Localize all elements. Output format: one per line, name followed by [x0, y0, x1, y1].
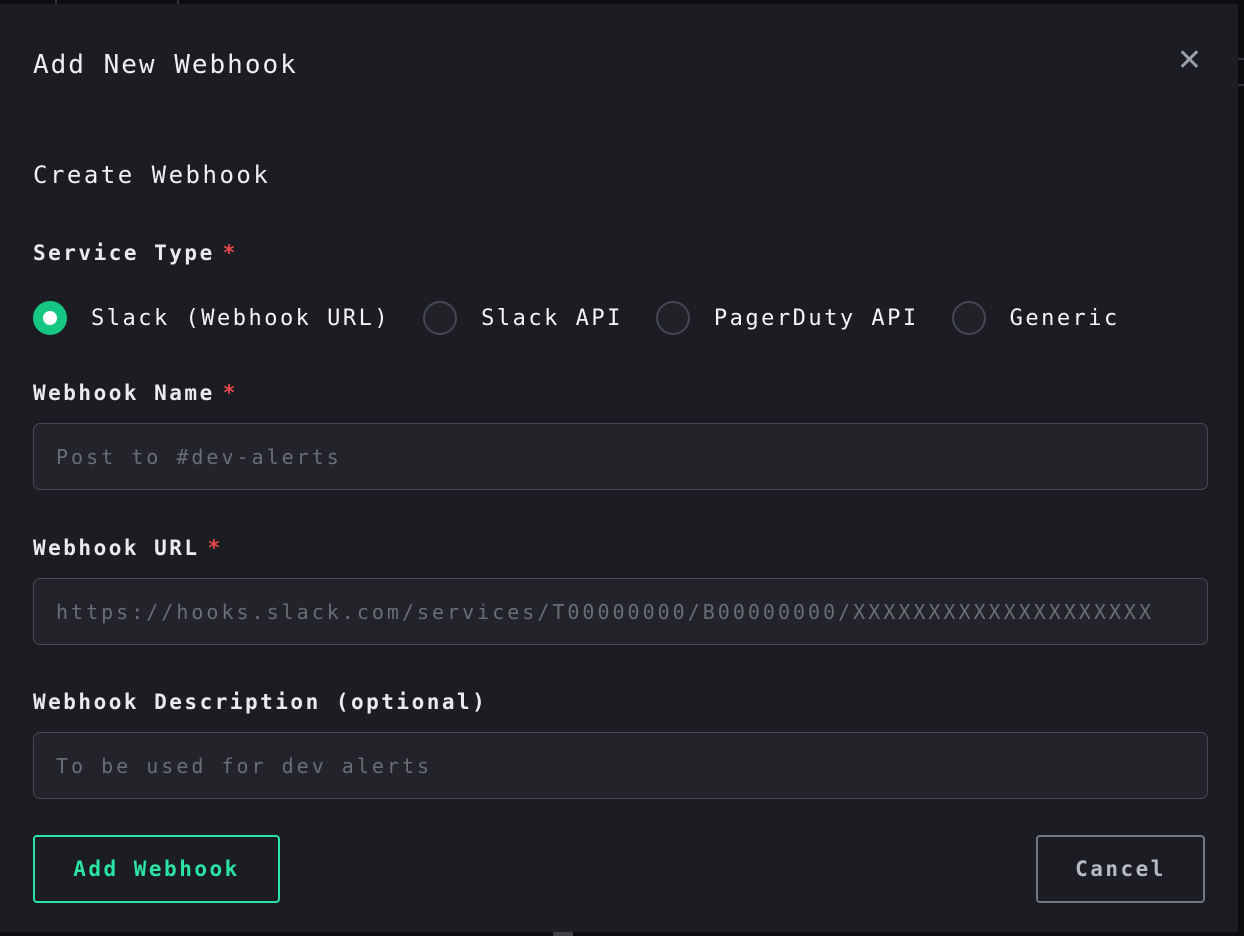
radio-generic[interactable]: Generic — [952, 301, 1120, 335]
radio-button-icon[interactable] — [952, 301, 986, 335]
radio-label: Slack API — [481, 306, 623, 331]
webhook-name-label: Webhook Name* — [33, 380, 1205, 407]
radio-label: Slack (Webhook URL) — [91, 306, 390, 331]
radio-label: Generic — [1010, 306, 1120, 331]
required-asterisk: * — [223, 381, 238, 405]
service-type-radio-group: Slack (Webhook URL) Slack API PagerDuty … — [33, 301, 1205, 335]
service-type-label: Service Type* — [33, 240, 1205, 267]
radio-pagerduty-api[interactable]: PagerDuty API — [656, 301, 919, 335]
modal-title: Add New Webhook — [33, 48, 298, 82]
webhook-url-input[interactable] — [33, 578, 1208, 645]
required-asterisk: * — [208, 536, 223, 560]
webhook-description-input[interactable] — [33, 732, 1208, 799]
radio-slack-webhook-url[interactable]: Slack (Webhook URL) — [33, 301, 390, 335]
radio-button-icon[interactable] — [423, 301, 457, 335]
required-asterisk: * — [223, 241, 238, 265]
modal-footer: Add Webhook Cancel — [33, 835, 1205, 903]
radio-label: PagerDuty API — [714, 306, 919, 331]
webhook-url-label: Webhook URL* — [33, 535, 1205, 562]
background-page-edge — [1238, 84, 1244, 86]
webhook-description-label: Webhook Description (optional) — [33, 689, 1205, 716]
close-icon[interactable]: ✕ — [1177, 46, 1202, 76]
radio-button-icon[interactable] — [656, 301, 690, 335]
webhook-name-input[interactable] — [33, 423, 1208, 490]
background-page-edge — [553, 932, 573, 936]
section-title: Create Webhook — [33, 159, 1205, 191]
radio-slack-api[interactable]: Slack API — [423, 301, 623, 335]
radio-button-icon[interactable] — [33, 301, 67, 335]
background-page-edge — [1238, 58, 1244, 60]
add-webhook-modal: Add New Webhook ✕ Create Webhook Service… — [0, 4, 1238, 932]
add-webhook-button[interactable]: Add Webhook — [33, 835, 280, 903]
modal-header: Add New Webhook ✕ — [33, 48, 1205, 82]
cancel-button[interactable]: Cancel — [1036, 835, 1205, 903]
